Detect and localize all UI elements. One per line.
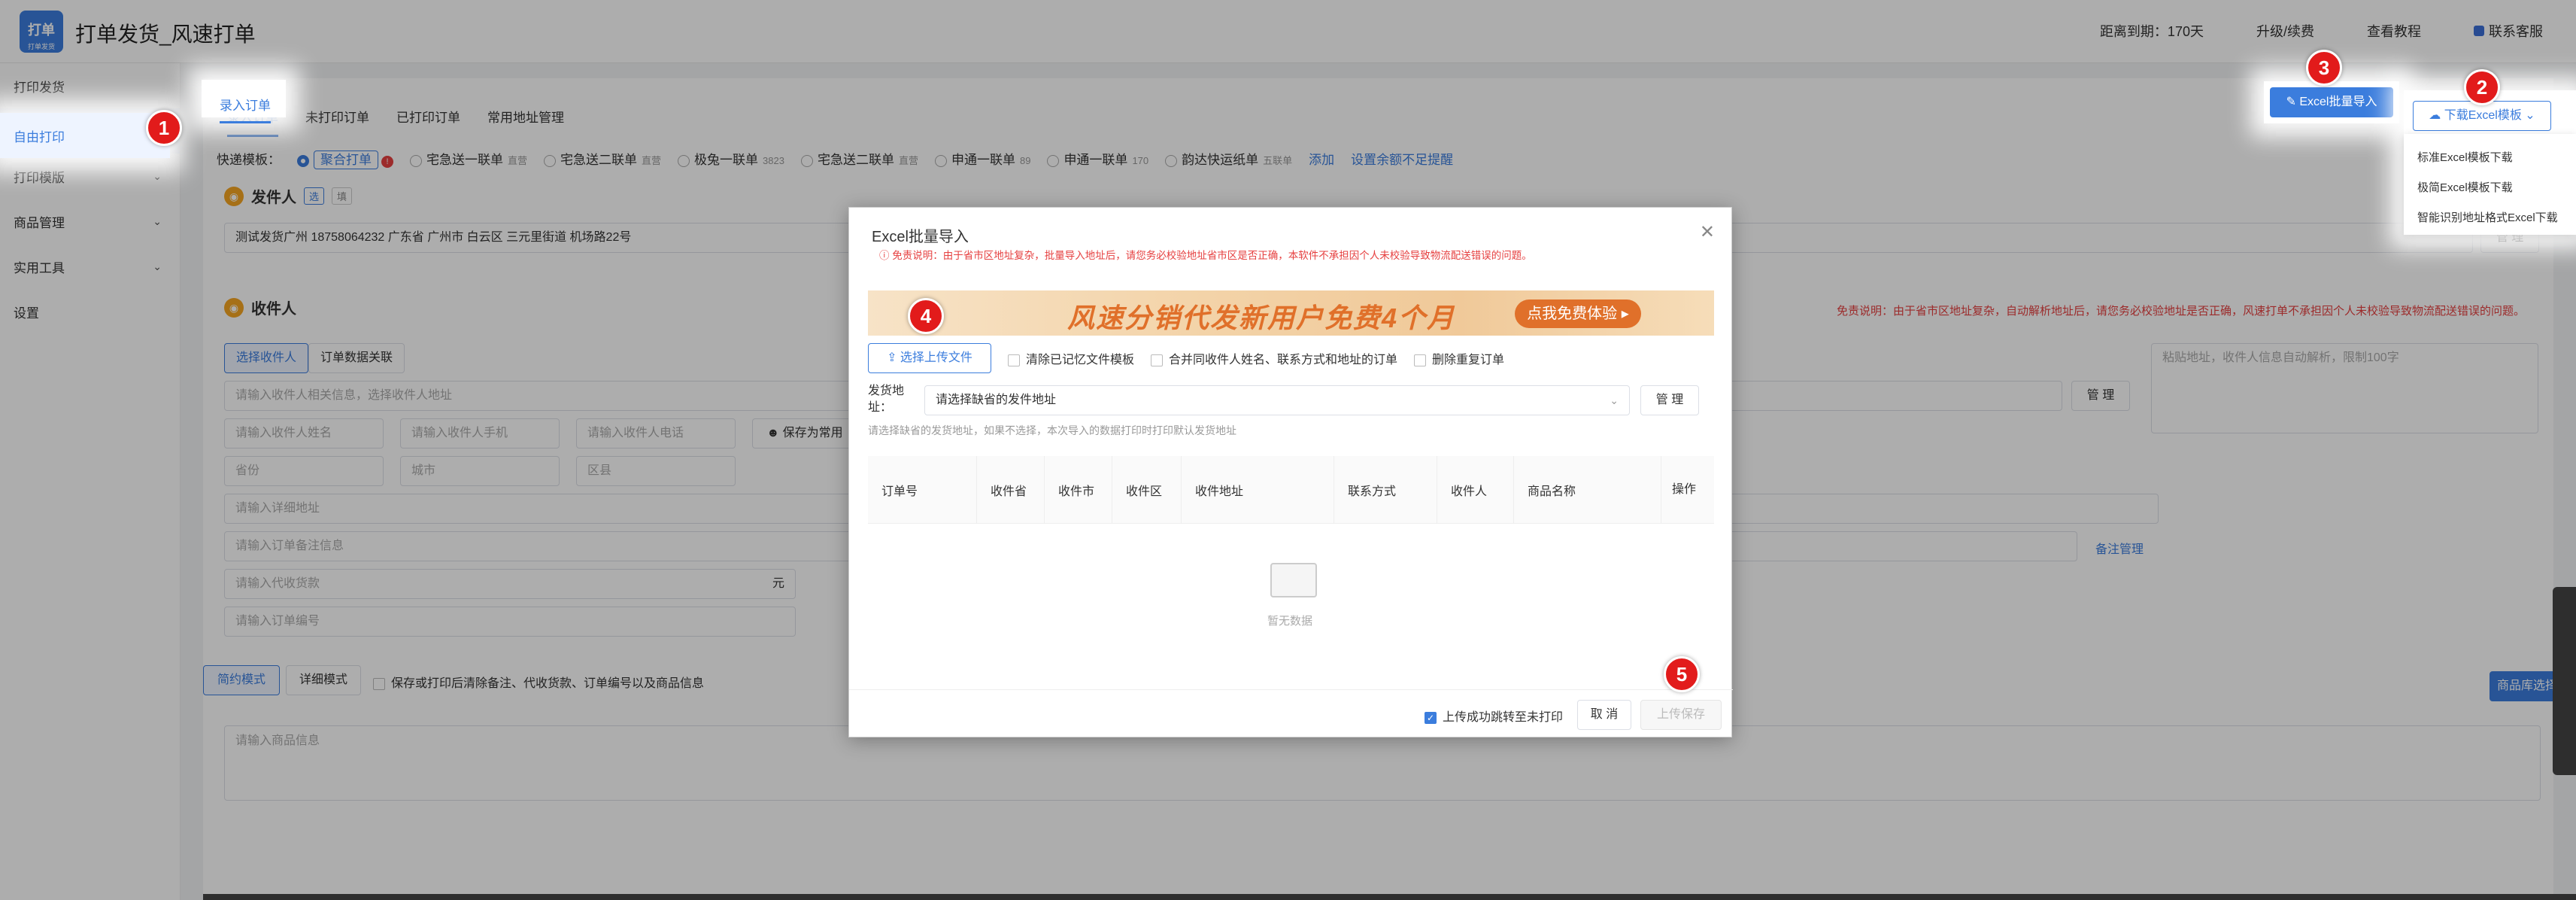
upload-icon: ⇪	[887, 351, 900, 364]
cancel-button[interactable]: 取 消	[1577, 700, 1631, 730]
dialog-footer-divider	[849, 689, 1733, 690]
address-select[interactable]: 请选择缺省的发件地址 ⌄	[924, 385, 1630, 415]
step-marker-2: 2	[2464, 69, 2500, 105]
step-marker-5: 5	[1664, 656, 1700, 692]
column-header: 商品名称	[1514, 456, 1661, 524]
import-icon: ✎	[2286, 96, 2300, 108]
upload-row: ⇪ 选择上传文件 清除已记忆文件模板 合并同收件人姓名、联系方式和地址的订单 删…	[868, 343, 1504, 373]
upload-file-button[interactable]: ⇪ 选择上传文件	[868, 343, 991, 373]
promo-banner[interactable]: 风速分销代发新用户免费4个月 点我免费体验 ▸	[868, 290, 1714, 336]
excel-import-dialog: Excel批量导入 ✕ ⓘ 免责说明：由于省市区地址复杂，批量导入地址后，请您务…	[848, 207, 1733, 737]
empty-text: 暂无数据	[1267, 615, 1313, 628]
jump-after-upload-option[interactable]: ✓ 上传成功跳转至未打印	[1425, 707, 1563, 725]
import-table-header: 订单号 收件省 收件市 收件区 收件地址 联系方式 收件人 商品名称 操作	[868, 456, 1714, 524]
download-dropdown: 标准Excel模板下载 极简Excel模板下载 智能识别地址格式Excel下载	[2404, 134, 2576, 235]
download-smart-item[interactable]: 智能识别地址格式Excel下载	[2404, 203, 2576, 233]
checkbox-icon	[1008, 354, 1020, 366]
option-clear-template[interactable]: 清除已记忆文件模板	[1008, 349, 1134, 367]
column-header: 操作	[1672, 483, 1697, 496]
column-header: 收件市	[1045, 456, 1112, 524]
step-marker-1: 1	[146, 110, 182, 146]
banner-button-label: 点我免费体验	[1527, 306, 1618, 322]
address-label: 发货地址：	[868, 385, 905, 414]
sidebar-item-free-print-highlight[interactable]: 自由打印	[0, 113, 170, 158]
step-marker-4: 4	[908, 298, 944, 334]
cloud-download-icon: ☁	[2429, 109, 2444, 122]
column-header: 订单号	[868, 456, 977, 524]
column-header: 收件省	[977, 456, 1045, 524]
sidebar-item-label: 自由打印	[14, 129, 65, 144]
jump-after-upload-label: 上传成功跳转至未打印	[1443, 711, 1564, 724]
chevron-down-icon: ⌄	[1610, 394, 1619, 406]
info-icon: ⓘ	[879, 250, 893, 261]
address-manage-button[interactable]: 管 理	[1640, 385, 1699, 415]
option-merge-orders[interactable]: 合并同收件人姓名、联系方式和地址的订单	[1151, 349, 1397, 367]
dialog-title: Excel批量导入	[872, 229, 969, 245]
excel-import-button[interactable]: ✎ Excel批量导入	[2270, 87, 2393, 117]
spotlight-tab: 录入订单	[202, 80, 286, 123]
address-placeholder: 请选择缺省的发件地址	[936, 394, 1057, 406]
column-header: 收件区	[1112, 456, 1182, 524]
upload-file-label: 选择上传文件	[900, 351, 972, 364]
dialog-warning-text: 免责说明：由于省市区地址复杂，批量导入地址后，请您务必校验地址省市区是否正确，本…	[892, 250, 1532, 261]
step-marker-3: 3	[2306, 50, 2342, 86]
download-standard-item[interactable]: 标准Excel模板下载	[2404, 143, 2576, 173]
download-template-label: 下载Excel模板	[2444, 109, 2522, 122]
banner-text: 风速分销代发新用户免费4个月	[1067, 303, 1456, 333]
download-minimal-item[interactable]: 极简Excel模板下载	[2404, 173, 2576, 203]
column-header: 收件人	[1437, 456, 1514, 524]
address-hint: 请选择缺省的发货地址，如果不选择，本次导入的数据打印时打印默认发货地址	[868, 424, 1236, 436]
option-label: 合并同收件人姓名、联系方式和地址的订单	[1169, 354, 1398, 366]
chevron-down-icon: ⌄	[2521, 109, 2535, 122]
checkbox-icon	[1414, 354, 1427, 366]
upload-save-button[interactable]: 上传保存	[1640, 700, 1722, 730]
banner-button[interactable]: 点我免费体验 ▸	[1515, 299, 1641, 328]
checkbox-icon	[1151, 354, 1164, 366]
option-label: 删除重复订单	[1432, 354, 1505, 366]
spotlight-free-print: 自由打印	[0, 113, 170, 158]
excel-import-label: Excel批量导入	[2299, 96, 2377, 108]
option-delete-duplicates[interactable]: 删除重复订单	[1414, 349, 1504, 367]
checkbox-checked-icon: ✓	[1425, 711, 1437, 724]
close-icon[interactable]: ✕	[1700, 221, 1715, 243]
dialog-warning: ⓘ 免责说明：由于省市区地址复杂，批量导入地址后，请您务必校验地址省市区是否正确…	[879, 247, 1532, 262]
download-template-button[interactable]: ☁ 下载Excel模板 ⌄	[2413, 101, 2551, 131]
empty-box-icon	[1270, 563, 1317, 597]
column-header: 收件地址	[1182, 456, 1334, 524]
tab-enter-order-highlight[interactable]: 录入订单	[220, 95, 271, 123]
column-header: 联系方式	[1334, 456, 1437, 524]
option-label: 清除已记忆文件模板	[1026, 354, 1135, 366]
